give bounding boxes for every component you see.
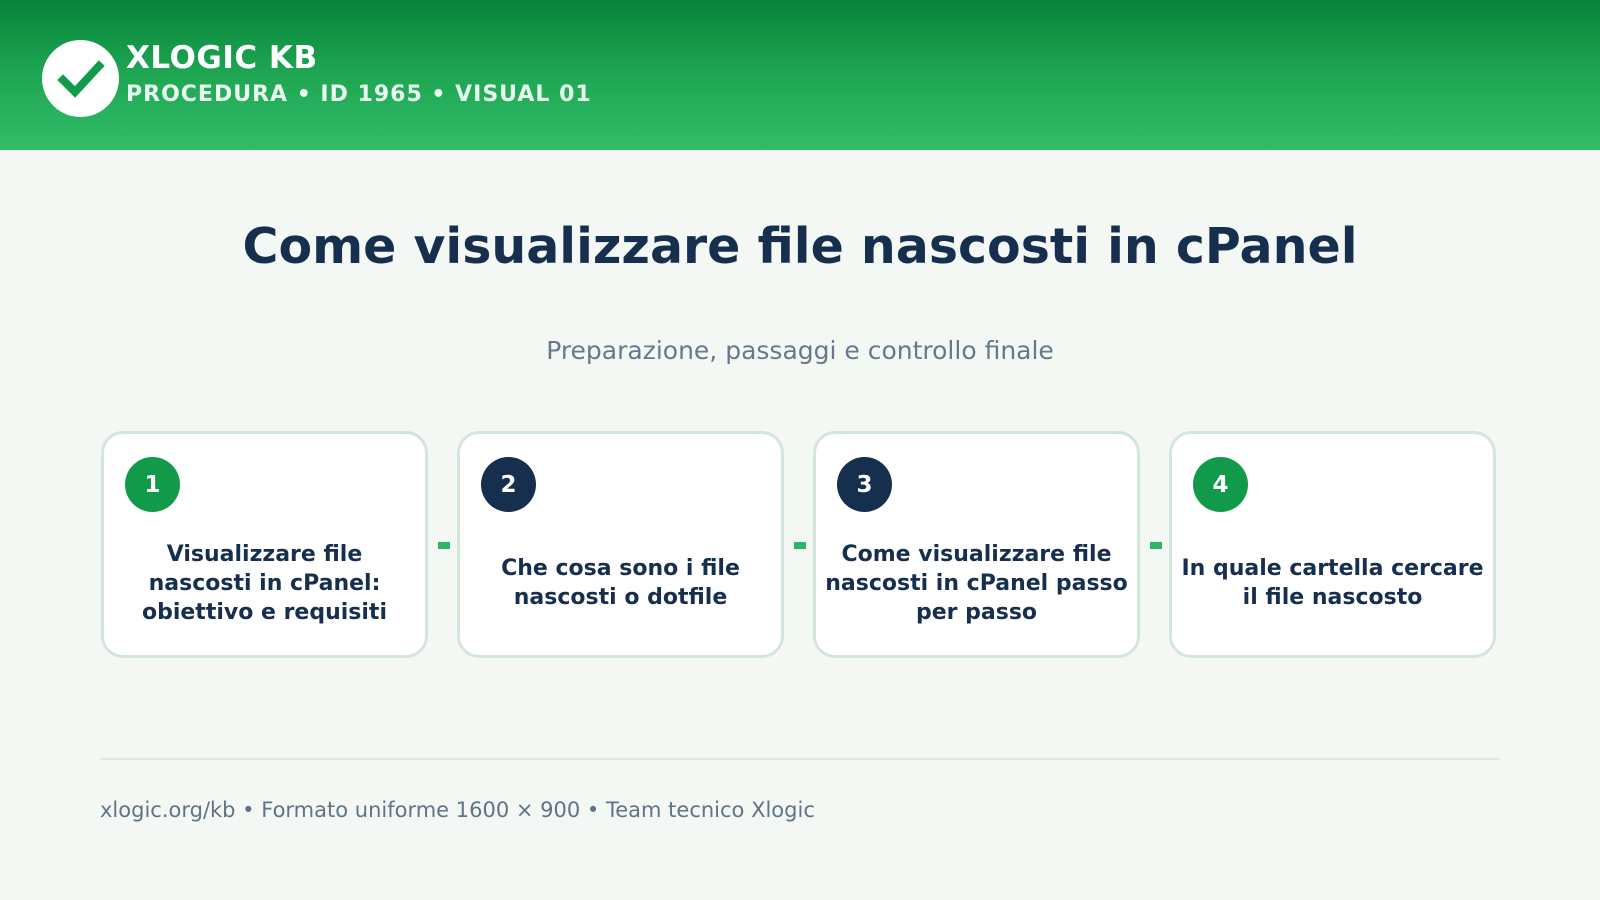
step-text: Visualizzare file nascosti in cPanel: ob… [141,541,387,625]
step-card-1: 1 Visualizzare file nascosti in cPanel: … [101,431,428,658]
step-number-badge: 1 [125,457,180,512]
brand-title: XLOGIC KB [126,40,318,76]
step-connector [438,542,450,549]
header-banner: XLOGIC KB PROCEDURA • ID 1965 • VISUAL 0… [0,0,1600,150]
step-card-4: 4 In quale cartella cercare il file nasc… [1169,431,1496,658]
page-title: Come visualizzare file nascosti in cPane… [242,218,1358,275]
step-text: In quale cartella cercare il file nascos… [1181,556,1484,610]
footer-text: xlogic.org/kb • Formato uniforme 1600 × … [100,798,815,822]
document-meta: PROCEDURA • ID 1965 • VISUAL 01 [126,82,592,107]
footer-divider [100,758,1500,760]
step-text: Che cosa sono i file nascosti o dotfile [501,556,740,610]
step-card-3: 3 Come visualizzare file nascosti in cPa… [813,431,1140,658]
step-connector [794,542,806,549]
checkmark-icon [42,40,119,117]
step-number-badge: 3 [837,457,892,512]
step-text: Come visualizzare file nascosti in cPane… [825,541,1128,625]
step-connector [1150,542,1162,549]
step-number-badge: 4 [1193,457,1248,512]
page-subtitle: Preparazione, passaggi e controllo final… [546,336,1054,365]
step-card-2: 2 Che cosa sono i file nascosti o dotfil… [457,431,784,658]
step-number-badge: 2 [481,457,536,512]
